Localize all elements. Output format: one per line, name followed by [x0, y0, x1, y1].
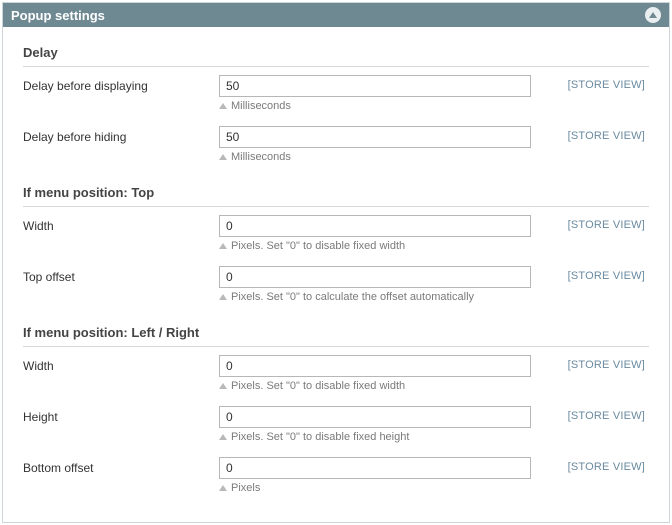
group-heading-leftright: If menu position: Left / Right [23, 317, 649, 347]
field-label: Delay before displaying [23, 75, 219, 93]
field-label: Top offset [23, 266, 219, 284]
field-control: Pixels [219, 457, 531, 494]
triangle-up-icon [219, 485, 227, 491]
field-note-text: Pixels. Set "0" to calculate the offset … [231, 291, 474, 303]
triangle-up-icon [219, 103, 227, 109]
field-row-top-width: Width Pixels. Set "0" to disable fixed w… [23, 215, 649, 252]
field-label: Bottom offset [23, 457, 219, 475]
popup-settings-panel: Popup settings Delay Delay before displa… [2, 2, 670, 523]
group-heading-delay: Delay [23, 37, 649, 67]
field-row-lr-width: Width Pixels. Set "0" to disable fixed w… [23, 355, 649, 392]
field-row-delay-display: Delay before displaying Milliseconds [ST… [23, 75, 649, 112]
field-note: Pixels. Set "0" to disable fixed width [219, 380, 531, 392]
field-row-top-offset: Top offset Pixels. Set "0" to calculate … [23, 266, 649, 303]
collapse-toggle-button[interactable] [645, 7, 661, 23]
triangle-up-icon [219, 434, 227, 440]
field-note-text: Pixels. Set "0" to disable fixed height [231, 431, 409, 443]
field-control: Pixels. Set "0" to disable fixed height [219, 406, 531, 443]
field-control: Milliseconds [219, 126, 531, 163]
scope-label: [STORE VIEW] [531, 75, 649, 91]
field-note-text: Pixels. Set "0" to disable fixed width [231, 380, 405, 392]
panel-header: Popup settings [3, 3, 669, 27]
triangle-up-icon [219, 294, 227, 300]
scope-label: [STORE VIEW] [531, 126, 649, 142]
chevron-up-icon [649, 12, 657, 18]
field-note-text: Pixels. Set "0" to disable fixed width [231, 240, 405, 252]
field-control: Pixels. Set "0" to disable fixed width [219, 355, 531, 392]
field-control: Pixels. Set "0" to calculate the offset … [219, 266, 531, 303]
top-width-input[interactable] [219, 215, 531, 237]
lr-bottom-input[interactable] [219, 457, 531, 479]
top-offset-input[interactable] [219, 266, 531, 288]
field-control: Pixels. Set "0" to disable fixed width [219, 215, 531, 252]
field-label: Width [23, 215, 219, 233]
field-row-lr-bottom: Bottom offset Pixels [STORE VIEW] [23, 457, 649, 494]
field-note: Pixels. Set "0" to calculate the offset … [219, 291, 531, 303]
field-note-text: Milliseconds [231, 151, 291, 163]
field-note: Milliseconds [219, 151, 531, 163]
panel-body: Delay Delay before displaying Millisecon… [3, 27, 669, 522]
panel-title: Popup settings [11, 8, 105, 23]
field-note: Pixels. Set "0" to disable fixed height [219, 431, 531, 443]
delay-hide-input[interactable] [219, 126, 531, 148]
field-label: Delay before hiding [23, 126, 219, 144]
lr-width-input[interactable] [219, 355, 531, 377]
delay-display-input[interactable] [219, 75, 531, 97]
triangle-up-icon [219, 383, 227, 389]
field-label: Width [23, 355, 219, 373]
scope-label: [STORE VIEW] [531, 266, 649, 282]
scope-label: [STORE VIEW] [531, 457, 649, 473]
field-note-text: Milliseconds [231, 100, 291, 112]
scope-label: [STORE VIEW] [531, 215, 649, 231]
field-control: Milliseconds [219, 75, 531, 112]
scope-label: [STORE VIEW] [531, 406, 649, 422]
group-heading-top: If menu position: Top [23, 177, 649, 207]
lr-height-input[interactable] [219, 406, 531, 428]
triangle-up-icon [219, 243, 227, 249]
field-note: Pixels [219, 482, 531, 494]
field-note: Pixels. Set "0" to disable fixed width [219, 240, 531, 252]
field-label: Height [23, 406, 219, 424]
field-note: Milliseconds [219, 100, 531, 112]
scope-label: [STORE VIEW] [531, 355, 649, 371]
field-row-lr-height: Height Pixels. Set "0" to disable fixed … [23, 406, 649, 443]
field-note-text: Pixels [231, 482, 260, 494]
triangle-up-icon [219, 154, 227, 160]
field-row-delay-hide: Delay before hiding Milliseconds [STORE … [23, 126, 649, 163]
